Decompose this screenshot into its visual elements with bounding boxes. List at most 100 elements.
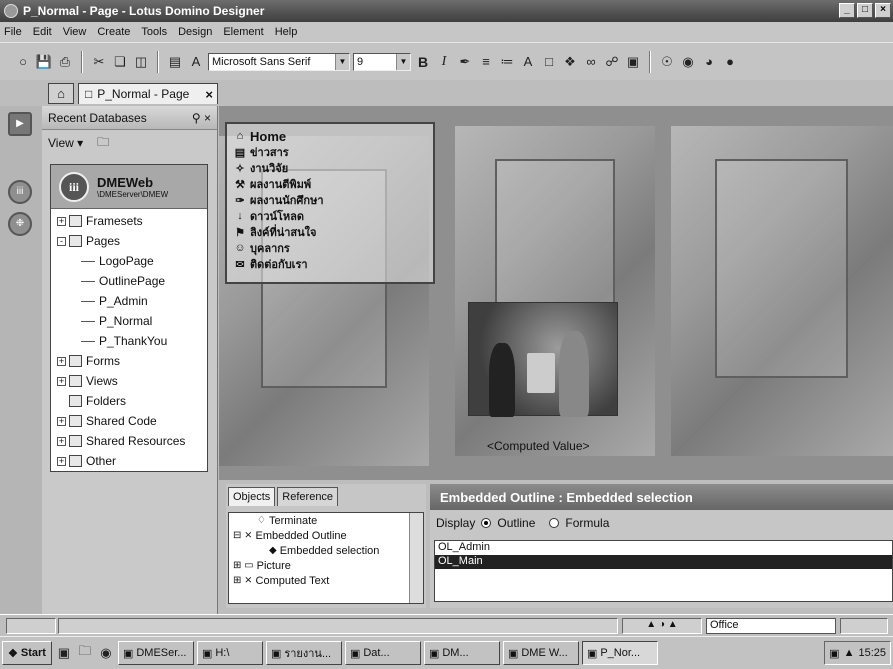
quicklaunch-browser-icon[interactable]: ◉ [97, 644, 115, 662]
tree-item[interactable]: + Shared Code [57, 411, 207, 431]
object-item[interactable]: ⊞ ⨯ Computed Text [233, 573, 423, 588]
menu-element[interactable]: Element [223, 26, 263, 38]
home-tab[interactable]: ⌂ [48, 83, 74, 104]
tree-item[interactable]: - Pages [57, 231, 207, 251]
expand-toggle[interactable]: + [57, 376, 66, 386]
location-selector[interactable]: Office [706, 618, 836, 634]
people-photo[interactable] [468, 302, 618, 417]
copy-icon[interactable]: ❏ [111, 53, 129, 71]
agent-icon[interactable]: ☉ [658, 53, 676, 71]
object-item[interactable]: ⊞ ▭ Picture [233, 558, 423, 573]
tree-item[interactable]: OutlinePage [57, 271, 207, 291]
browser-preview-icon[interactable]: ● [721, 53, 739, 71]
hotspot-icon[interactable]: ❖ [561, 53, 579, 71]
status-controls[interactable]: ▲ ◑ ▲ [622, 618, 702, 634]
bookmark-folder-icon[interactable]: ▶ [8, 112, 32, 136]
taskbar-button[interactable]: ▣ P_Nor... [581, 641, 658, 665]
object-item[interactable]: ⊟ ⨯ Embedded Outline [233, 528, 423, 543]
folder-up-icon[interactable]: 🗀 [97, 133, 109, 154]
print-icon[interactable]: ⎙ [56, 53, 74, 71]
taskbar-button[interactable]: ▣ DMESer... [117, 641, 194, 665]
image-icon[interactable]: ▣ [624, 53, 642, 71]
outline-entry[interactable]: ✑ ผลงานนักศึกษา [233, 192, 433, 208]
outline-option[interactable]: OL_Admin [435, 541, 892, 555]
expand-toggle[interactable]: + [57, 216, 66, 226]
menu-tools[interactable]: Tools [141, 26, 167, 38]
database-icon[interactable]: ◉ [679, 53, 697, 71]
replicator-icon[interactable]: ❉ [8, 212, 32, 236]
taskbar-button[interactable]: ▣ Dat... [344, 641, 421, 665]
outline-entry[interactable]: ⚑ ลิงค์ที่น่าสนใจ [233, 224, 433, 240]
view-menu-button[interactable]: View ▾ [48, 136, 83, 150]
bullets-icon[interactable]: ≡ [477, 53, 495, 71]
taskbar-button[interactable]: ▣ รายงาน... [265, 641, 342, 665]
outline-entry[interactable]: ✉ ติดต่อกับเรา [233, 256, 433, 272]
tree-item[interactable]: LogoPage [57, 251, 207, 271]
tree-item[interactable]: + Forms [57, 351, 207, 371]
design-canvas[interactable]: ⌂ Home ▤ ข่าวสาร ✧ งานวิจัย ⚒ ผลงานตีพิมพ์ ✑ ผลงา… [219, 106, 893, 480]
tray-volume-icon[interactable]: ▲ [844, 647, 855, 659]
databases-icon[interactable]: iii [8, 180, 32, 204]
status-field[interactable] [6, 618, 56, 634]
menu-create[interactable]: Create [97, 26, 130, 38]
menu-edit[interactable]: Edit [33, 26, 52, 38]
bold-button[interactable]: B [414, 53, 432, 71]
status-message[interactable] [58, 618, 618, 634]
object-item[interactable]: ◆ Embedded selection [233, 543, 423, 558]
text-color-icon[interactable]: A [519, 53, 537, 71]
stop-icon[interactable]: ○ [14, 53, 32, 71]
outline-entry[interactable]: ↓ ดาวน์โหลด [233, 208, 433, 224]
font-size-select[interactable]: 9 ▼ [353, 52, 411, 71]
start-button[interactable]: ❖ Start [2, 641, 52, 665]
taskbar-button[interactable]: ▣ DME W... [502, 641, 579, 665]
outline-entry[interactable]: ✧ งานวิจัย [233, 160, 433, 176]
taskbar-button[interactable]: ▣ DM... [423, 641, 500, 665]
tree-item[interactable]: P_ThankYou [57, 331, 207, 351]
tree-item[interactable]: + Views [57, 371, 207, 391]
formula-radio[interactable] [549, 518, 560, 528]
close-button[interactable]: × [875, 3, 891, 18]
tree-item[interactable]: P_Normal [57, 311, 207, 331]
tree-item[interactable]: + Shared Resources [57, 431, 207, 451]
outline-entry[interactable]: ⌂ Home [233, 128, 433, 144]
menu-view[interactable]: View [63, 26, 87, 38]
save-icon[interactable]: 💾 [35, 53, 53, 71]
tree-item[interactable]: P_Admin [57, 291, 207, 311]
table-icon[interactable]: □ [540, 53, 558, 71]
tab-close-button[interactable]: × [205, 87, 213, 102]
menu-file[interactable]: File [4, 26, 22, 38]
minimize-button[interactable]: _ [839, 3, 855, 18]
embedded-outline[interactable]: ⌂ Home ▤ ข่าวสาร ✧ งานวิจัย ⚒ ผลงานตีพิมพ์ ✑ ผลงา… [225, 122, 435, 284]
attach-icon[interactable]: ☍ [603, 53, 621, 71]
quicklaunch-folder-icon[interactable]: 🗀 [76, 643, 94, 662]
italic-button[interactable]: I [435, 53, 453, 71]
expand-toggle[interactable]: + [57, 456, 66, 466]
database-header[interactable]: iii DMEWeb \DMEServer\DMEW [51, 165, 207, 209]
paste-icon[interactable]: ◫ [132, 53, 150, 71]
taskbar-button[interactable]: ▣ H:\ [196, 641, 263, 665]
menu-design[interactable]: Design [178, 26, 212, 38]
tray-network-icon[interactable]: ▣ [829, 647, 839, 660]
tab-p-normal[interactable]: □ P_Normal - Page × [78, 83, 218, 104]
outline-radio[interactable] [481, 518, 492, 528]
tree-item[interactable]: + Other [57, 451, 207, 471]
tree-item[interactable]: + Framesets [57, 211, 207, 231]
object-item[interactable]: ♢ Terminate [233, 513, 423, 528]
preview-icon[interactable]: ◕ [700, 53, 718, 71]
mail-status[interactable] [840, 618, 888, 634]
outline-entry[interactable]: ⚒ ผลงานตีพิมพ์ [233, 176, 433, 192]
maximize-button[interactable]: □ [857, 3, 873, 18]
cut-icon[interactable]: ✂ [90, 53, 108, 71]
outline-option[interactable]: OL_Main [435, 555, 892, 569]
computed-value[interactable]: <Computed Value> [487, 439, 590, 453]
panel-controls[interactable]: ⚲ × [192, 111, 211, 125]
objects-scrollbar[interactable] [409, 513, 423, 603]
outline-entry[interactable]: ☺ บุคลากร [233, 240, 433, 256]
numbering-icon[interactable]: ≔ [498, 53, 516, 71]
expand-toggle[interactable]: - [57, 236, 66, 246]
menu-help[interactable]: Help [275, 26, 298, 38]
font-name-select[interactable]: Microsoft Sans Serif ▼ [208, 52, 350, 71]
tab-reference[interactable]: Reference [277, 487, 339, 506]
properties-icon[interactable]: ▤ [166, 53, 184, 71]
expand-toggle[interactable]: + [57, 436, 66, 446]
